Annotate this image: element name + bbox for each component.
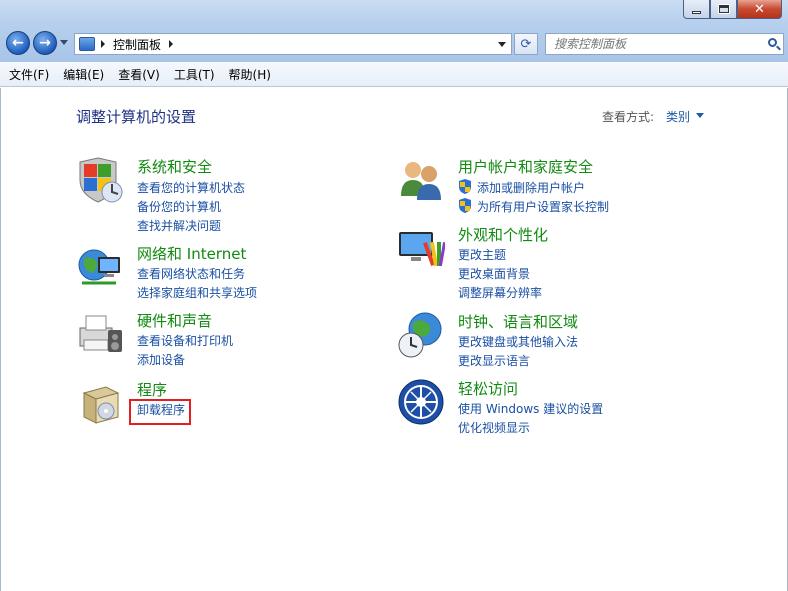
network-globe-icon[interactable] [76,243,124,291]
view-by-arrow-icon[interactable] [696,113,704,118]
search-box[interactable] [545,33,784,55]
refresh-button[interactable]: ⟳ [514,33,538,55]
minimize-icon [692,10,701,14]
menu-view[interactable]: 查看(V) [115,66,163,83]
category-title-clock-language-region[interactable]: 时钟、语言和区域 [458,311,578,332]
category-title-ease-of-access[interactable]: 轻松访问 [458,378,518,399]
forward-arrow-icon: → [39,35,51,51]
breadcrumb-chevron-icon[interactable] [101,40,105,48]
highlight-box [129,399,191,425]
uac-shield-icon [459,179,471,194]
users-icon[interactable] [397,156,445,204]
title-bar: ✕ ← → 控制面板 ⟳ [0,0,788,62]
menu-edit[interactable]: 编辑(E) [60,66,107,83]
search-icon[interactable] [768,38,777,47]
link-add-device[interactable]: 添加设备 [137,351,185,368]
address-dropdown-icon[interactable] [498,42,506,47]
category-title-system-security[interactable]: 系统和安全 [137,156,212,177]
view-by-label: 查看方式: [602,110,655,124]
view-by-dropdown[interactable]: 类别 [666,108,690,125]
control-panel-icon [79,37,95,51]
link-view-network-status[interactable]: 查看网络状态和任务 [137,265,245,282]
menu-tools[interactable]: 工具(T) [171,66,218,83]
clock-globe-icon[interactable] [397,311,445,359]
caption-buttons: ✕ [683,0,782,19]
printer-icon[interactable] [76,310,124,358]
link-backup-computer[interactable]: 备份您的计算机 [137,198,221,215]
menu-bar: 文件(F) 编辑(E) 查看(V) 工具(T) 帮助(H) [0,62,788,87]
link-troubleshoot[interactable]: 查找并解决问题 [137,217,221,234]
appearance-monitor-icon[interactable] [397,224,445,272]
menu-file[interactable]: 文件(F) [6,66,52,83]
forward-button[interactable]: → [33,31,57,55]
link-display-language[interactable]: 更改显示语言 [458,352,530,369]
uac-shield-icon [459,198,471,213]
recent-pages-dropdown-icon[interactable] [60,40,68,45]
link-keyboard-input[interactable]: 更改键盘或其他输入法 [458,333,578,350]
category-ease-of-access: 轻松访问 使用 Windows 建议的设置 优化视频显示 [397,378,657,438]
back-arrow-icon: ← [12,35,24,51]
category-title-user-accounts[interactable]: 用户帐户和家庭安全 [458,156,593,177]
close-icon: ✕ [754,1,765,17]
category-programs: 程序 卸载程序 [76,379,336,429]
link-change-background[interactable]: 更改桌面背景 [458,265,530,282]
category-system-security: 系统和安全 查看您的计算机状态 备份您的计算机 查找并解决问题 [76,156,336,236]
link-homegroup-sharing[interactable]: 选择家庭组和共享选项 [137,284,257,301]
category-user-accounts: 用户帐户和家庭安全 添加或删除用户帐户 为所有用户设置家长控制 [397,156,657,216]
link-add-remove-accounts[interactable]: 添加或删除用户帐户 [477,179,585,196]
breadcrumb-chevron-icon[interactable] [169,40,174,48]
category-title-hardware-sound[interactable]: 硬件和声音 [137,310,212,331]
link-optimize-display[interactable]: 优化视频显示 [458,419,530,436]
link-screen-resolution[interactable]: 调整屏幕分辨率 [458,284,542,301]
page-title: 调整计算机的设置 [76,108,197,126]
search-input[interactable] [554,37,754,51]
category-title-network-internet[interactable]: 网络和 Internet [137,243,246,264]
category-clock-language-region: 时钟、语言和区域 更改键盘或其他输入法 更改显示语言 [397,311,657,371]
category-title-appearance[interactable]: 外观和个性化 [458,224,548,245]
link-parental-controls[interactable]: 为所有用户设置家长控制 [477,198,609,215]
maximize-button[interactable] [710,0,737,19]
back-button[interactable]: ← [6,31,30,55]
link-view-computer-status[interactable]: 查看您的计算机状态 [137,179,245,196]
maximize-icon [717,4,730,14]
category-network-internet: 网络和 Internet 查看网络状态和任务 选择家庭组和共享选项 [76,243,336,303]
category-appearance: 外观和个性化 更改主题 更改桌面背景 调整屏幕分辨率 [397,224,657,304]
link-devices-printers[interactable]: 查看设备和打印机 [137,332,233,349]
menu-help[interactable]: 帮助(H) [226,66,274,83]
main-content: 调整计算机的设置 查看方式: 类别 系统和安全 查看您的计算机状态 备份您的计算… [0,88,788,591]
minimize-button[interactable] [683,0,710,19]
address-bar[interactable]: 控制面板 [74,33,512,55]
category-title-programs[interactable]: 程序 [137,379,167,400]
link-recommended-settings[interactable]: 使用 Windows 建议的设置 [458,400,603,417]
refresh-icon: ⟳ [520,36,532,52]
category-hardware-sound: 硬件和声音 查看设备和打印机 添加设备 [76,310,336,370]
breadcrumb-control-panel[interactable]: 控制面板 [113,36,161,53]
close-button[interactable]: ✕ [737,0,782,19]
link-change-theme[interactable]: 更改主题 [458,246,506,263]
shield-computer-icon[interactable] [76,156,124,204]
ease-of-access-icon[interactable] [397,378,445,426]
programs-box-icon[interactable] [76,379,124,427]
